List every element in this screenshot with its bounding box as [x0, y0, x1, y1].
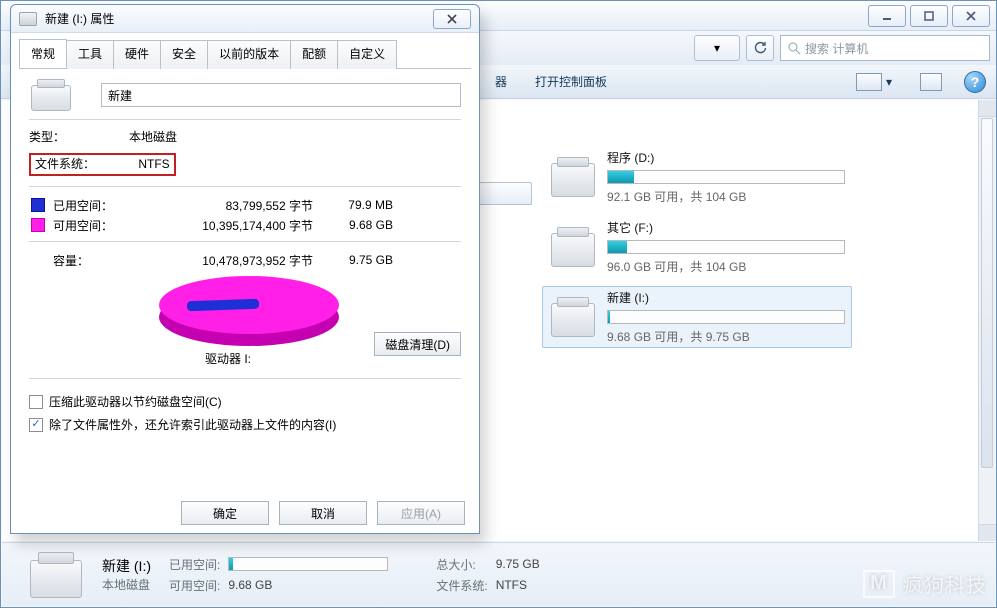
dialog-tabs: 常规 工具 硬件 安全 以前的版本 配额 自定义 — [19, 39, 471, 69]
dialog-title: 新建 (I:) 属性 — [45, 10, 114, 27]
drive-free-text: 9.68 GB 可用，共 9.75 GB — [607, 328, 845, 345]
details-fs-value: NTFS — [496, 578, 540, 592]
tab-general-body: 类型： 本地磁盘 文件系统： NTFS 已用空间： 83,799,552 字节 … — [11, 69, 479, 445]
details-free-value: 9.68 GB — [228, 578, 388, 592]
used-hr: 79.9 MB — [313, 198, 393, 212]
drive-list: 程序 (D:) 92.1 GB 可用，共 104 GB 其它 (F:) 96.0… — [542, 146, 852, 348]
details-subtitle: 本地磁盘 — [102, 576, 151, 593]
tab-security[interactable]: 安全 — [160, 40, 208, 69]
drive-icon — [549, 227, 597, 267]
drive-usage-bar — [607, 170, 845, 184]
space-table: 已用空间： 83,799,552 字节 79.9 MB 可用空间： 10,395… — [31, 195, 461, 235]
refresh-button[interactable] — [746, 35, 774, 61]
volume-name-input[interactable] — [101, 83, 461, 107]
tab-custom[interactable]: 自定义 — [337, 40, 397, 69]
drive-free-text: 96.0 GB 可用，共 104 GB — [607, 258, 845, 275]
disk-cleanup-button[interactable]: 磁盘清理(D) — [374, 332, 461, 356]
usage-pie-chart — [159, 276, 339, 346]
index-checkbox[interactable] — [29, 418, 43, 432]
capacity-hr: 9.75 GB — [313, 253, 393, 267]
pie-drive-label: 驱动器 I: — [205, 350, 251, 367]
used-bytes: 83,799,552 字节 — [141, 197, 313, 214]
drive-usage-bar — [607, 240, 845, 254]
details-free-label: 可用空间: — [169, 577, 220, 594]
fs-label: 文件系统： — [35, 155, 129, 172]
help-button[interactable]: ? — [964, 71, 986, 93]
free-hr: 9.68 GB — [313, 218, 393, 232]
scroll-thumb[interactable] — [981, 118, 993, 468]
toolbar-item-control-panel[interactable]: 打开控制面板 — [529, 69, 613, 94]
used-color-swatch — [31, 198, 45, 212]
preview-pane-icon — [920, 73, 942, 91]
compress-checkbox[interactable] — [29, 395, 43, 409]
details-drive-icon — [28, 552, 84, 598]
drive-name: 程序 (D:) — [607, 149, 845, 166]
explorer-scrollbar[interactable] — [978, 100, 995, 541]
cancel-button[interactable]: 取消 — [279, 501, 367, 525]
close-button[interactable] — [952, 5, 990, 27]
details-used-bar — [228, 557, 388, 571]
drive-name: 新建 (I:) — [607, 289, 845, 306]
preview-pane-button[interactable] — [914, 69, 948, 95]
search-placeholder: 搜索 计算机 — [805, 40, 868, 57]
ok-button[interactable]: 确定 — [181, 501, 269, 525]
details-used-label: 已用空间: — [169, 556, 220, 573]
scroll-up-button[interactable] — [979, 100, 996, 117]
toolbar-item-organize[interactable]: 器 — [489, 69, 513, 94]
details-fs-label: 文件系统: — [436, 577, 487, 594]
drive-item-f[interactable]: 其它 (F:) 96.0 GB 可用，共 104 GB — [542, 216, 852, 278]
type-value: 本地磁盘 — [129, 128, 177, 145]
dialog-close-button[interactable] — [433, 9, 471, 29]
details-pane: 新建 (I:) 本地磁盘 已用空间: 可用空间: 9.68 GB 总大小: 9.… — [2, 542, 995, 606]
tab-general[interactable]: 常规 — [19, 39, 67, 68]
properties-dialog: 新建 (I:) 属性 常规 工具 硬件 安全 以前的版本 配额 自定义 类型： … — [10, 4, 480, 534]
minimize-button[interactable] — [868, 5, 906, 27]
details-total-label: 总大小: — [436, 556, 487, 573]
compress-label: 压缩此驱动器以节约磁盘空间(C) — [49, 393, 222, 410]
drive-item-i[interactable]: 新建 (I:) 9.68 GB 可用，共 9.75 GB — [542, 286, 852, 348]
free-bytes: 10,395,174,400 字节 — [141, 217, 313, 234]
free-color-swatch — [31, 218, 45, 232]
watermark-logo-icon: M — [863, 570, 895, 598]
watermark: M 疯狗科技 — [863, 569, 987, 598]
free-label: 可用空间： — [53, 217, 141, 234]
drive-item-d[interactable]: 程序 (D:) 92.1 GB 可用，共 104 GB — [542, 146, 852, 208]
search-icon — [787, 41, 801, 55]
drive-icon — [549, 157, 597, 197]
view-options-button[interactable]: ▾ — [850, 69, 898, 95]
tab-prev[interactable]: 以前的版本 — [207, 40, 291, 69]
tab-tools[interactable]: 工具 — [66, 40, 114, 69]
drive-free-text: 92.1 GB 可用，共 104 GB — [607, 188, 845, 205]
maximize-button[interactable] — [910, 5, 948, 27]
drive-icon — [19, 12, 37, 26]
drive-usage-bar — [607, 310, 845, 324]
address-dropdown[interactable]: ▾ — [694, 35, 740, 61]
tab-quota[interactable]: 配额 — [290, 40, 338, 69]
volume-icon — [29, 79, 73, 111]
capacity-label: 容量： — [53, 252, 141, 269]
capacity-bytes: 10,478,973,952 字节 — [141, 252, 313, 269]
drive-name: 其它 (F:) — [607, 219, 845, 236]
tab-hardware[interactable]: 硬件 — [113, 40, 161, 69]
drive-icon — [549, 297, 597, 337]
search-input[interactable]: 搜索 计算机 — [780, 35, 990, 61]
scroll-down-button[interactable] — [979, 524, 996, 541]
used-label: 已用空间： — [53, 197, 141, 214]
apply-button[interactable]: 应用(A) — [377, 501, 465, 525]
details-title: 新建 (I:) — [102, 556, 151, 576]
type-label: 类型： — [29, 128, 129, 145]
details-total-value: 9.75 GB — [496, 557, 540, 571]
dialog-titlebar: 新建 (I:) 属性 — [11, 5, 479, 33]
fs-value: NTFS — [138, 157, 169, 171]
view-icon — [856, 73, 882, 91]
filesystem-highlight: 文件系统： NTFS — [29, 153, 176, 176]
dialog-button-row: 确定 取消 应用(A) — [11, 501, 479, 525]
group-expander[interactable] — [479, 182, 532, 205]
watermark-text: 疯狗科技 — [903, 569, 987, 598]
index-label: 除了文件属性外，还允许索引此驱动器上文件的内容(I) — [49, 416, 336, 433]
